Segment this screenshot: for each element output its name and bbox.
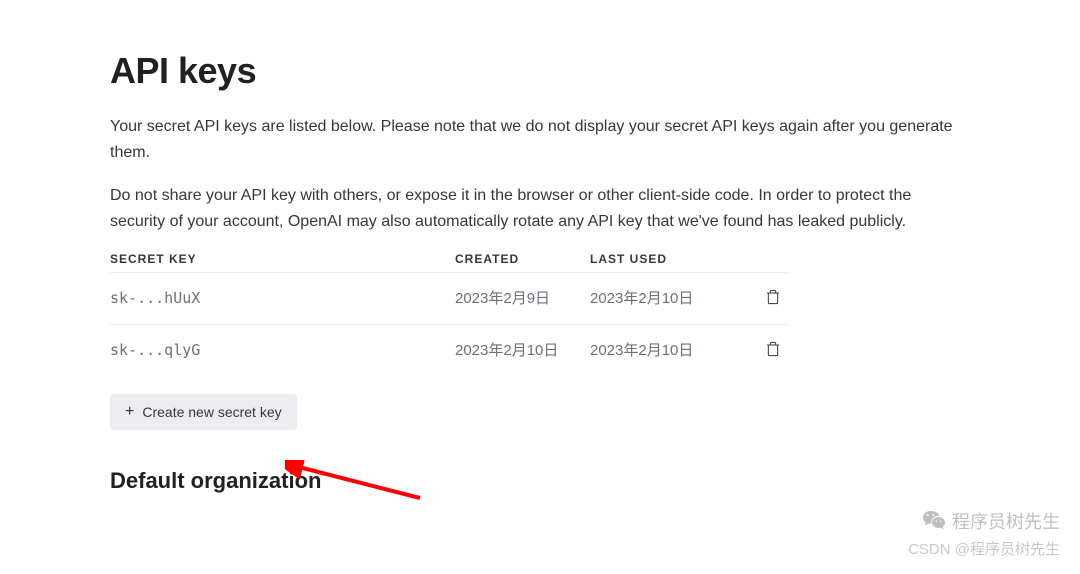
created-value: 2023年2月10日 — [455, 340, 590, 361]
plus-icon: + — [125, 404, 134, 420]
description-paragraph-1: Your secret API keys are listed below. P… — [110, 114, 970, 165]
table-header: SECRET KEY CREATED LAST USED — [110, 252, 790, 272]
page-title: API keys — [110, 50, 970, 92]
column-last-used: LAST USED — [590, 252, 735, 266]
column-secret-key: SECRET KEY — [110, 252, 455, 266]
delete-key-button[interactable] — [761, 337, 785, 364]
last-used-value: 2023年2月10日 — [590, 340, 735, 361]
secret-key-value: sk-...hUuX — [110, 288, 455, 309]
csdn-watermark: CSDN @程序员树先生 — [908, 538, 1060, 559]
create-button-label: Create new secret key — [142, 404, 281, 420]
trash-icon — [765, 341, 781, 357]
description-paragraph-2: Do not share your API key with others, o… — [110, 183, 970, 234]
created-value: 2023年2月9日 — [455, 288, 590, 309]
api-keys-table: SECRET KEY CREATED LAST USED sk-...hUuX … — [110, 252, 790, 376]
create-new-secret-key-button[interactable]: + Create new secret key — [110, 394, 297, 430]
last-used-value: 2023年2月10日 — [590, 288, 735, 309]
secret-key-value: sk-...qlyG — [110, 340, 455, 361]
default-organization-heading: Default organization — [110, 468, 970, 494]
table-row: sk-...hUuX 2023年2月9日 2023年2月10日 — [110, 272, 790, 324]
delete-key-button[interactable] — [761, 285, 785, 312]
wechat-watermark-text: 程序员树先生 — [952, 508, 1060, 534]
table-row: sk-...qlyG 2023年2月10日 2023年2月10日 — [110, 324, 790, 376]
column-created: CREATED — [455, 252, 590, 266]
trash-icon — [765, 289, 781, 305]
wechat-watermark: 程序员树先生 — [922, 508, 1060, 534]
wechat-icon — [922, 509, 946, 533]
